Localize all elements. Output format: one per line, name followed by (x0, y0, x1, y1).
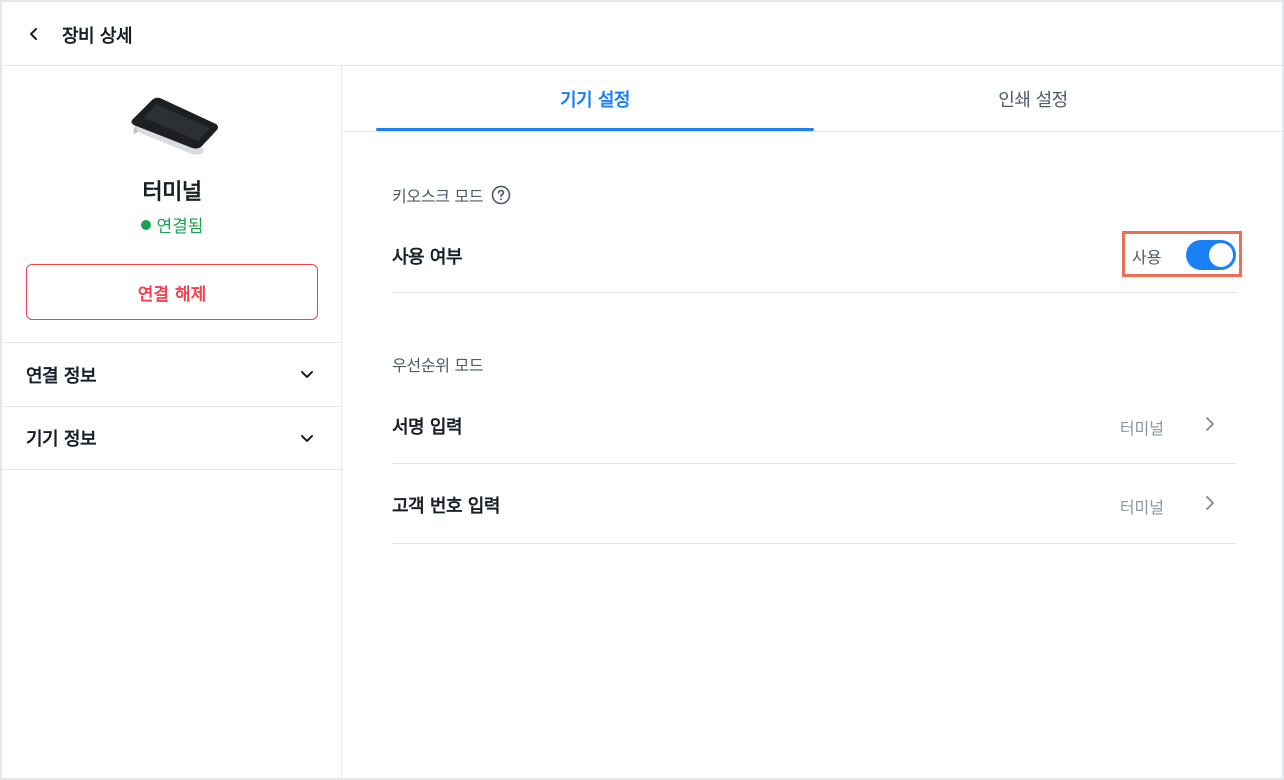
device-name: 터미널 (142, 180, 202, 205)
active-tab-indicator (376, 128, 814, 131)
row-label: 서명 입력 (392, 417, 463, 438)
disconnect-button[interactable]: 연결 해제 (26, 264, 318, 320)
signature-input-row[interactable]: 서명 입력 터미널 (392, 385, 1236, 464)
back-button[interactable] (22, 22, 46, 46)
kiosk-section-label: 키오스크 모드 (392, 187, 484, 206)
question-circle-icon[interactable] (491, 185, 511, 205)
kiosk-toggle-group: 사용 (1122, 231, 1242, 277)
row-value: 터미널 (1119, 498, 1164, 517)
kiosk-use-row: 사용 여부 (392, 223, 1236, 293)
kiosk-use-label: 사용 여부 (392, 247, 463, 268)
page-title: 장비 상세 (62, 26, 133, 47)
toggle-knob (1209, 243, 1233, 267)
accordion-device-info[interactable]: 기기 정보 (2, 406, 341, 470)
chevron-right-icon (1202, 492, 1218, 514)
accordion-connection-info[interactable]: 연결 정보 (2, 342, 341, 406)
terminal-device-image (131, 97, 218, 155)
status-text: 연결됨 (156, 217, 204, 237)
kiosk-section-header: 키오스크 모드 (392, 183, 511, 207)
kiosk-mode-toggle[interactable] (1186, 240, 1236, 270)
toggle-state-label: 사용 (1132, 248, 1162, 267)
app-window: 장비 상세 터미널 연결됨 연결 해제 연결 정보 기기 정보 기기 설정 인쇄… (0, 0, 1284, 780)
tab-device-settings[interactable]: 기기 설정 (376, 66, 814, 132)
accordion-label: 기기 정보 (26, 429, 97, 450)
device-sidebar: 터미널 연결됨 연결 해제 연결 정보 기기 정보 (2, 66, 342, 778)
row-value: 터미널 (1119, 419, 1164, 438)
header-bar: 장비 상세 (2, 2, 1282, 66)
priority-section-label: 우선순위 모드 (392, 356, 484, 375)
status-dot-icon (140, 219, 151, 230)
chevron-right-icon (1202, 413, 1218, 435)
accordion-label: 연결 정보 (26, 365, 97, 387)
customer-number-input-row[interactable]: 고객 번호 입력 터미널 (392, 464, 1236, 544)
chevron-down-icon (296, 363, 318, 385)
chevron-left-icon (30, 28, 37, 40)
row-label: 고객 번호 입력 (392, 496, 500, 517)
tab-print-settings[interactable]: 인쇄 설정 (814, 66, 1252, 132)
connection-status: 연결됨 (2, 212, 342, 237)
chevron-down-icon (296, 427, 318, 449)
settings-tabs: 기기 설정 인쇄 설정 (342, 66, 1282, 132)
